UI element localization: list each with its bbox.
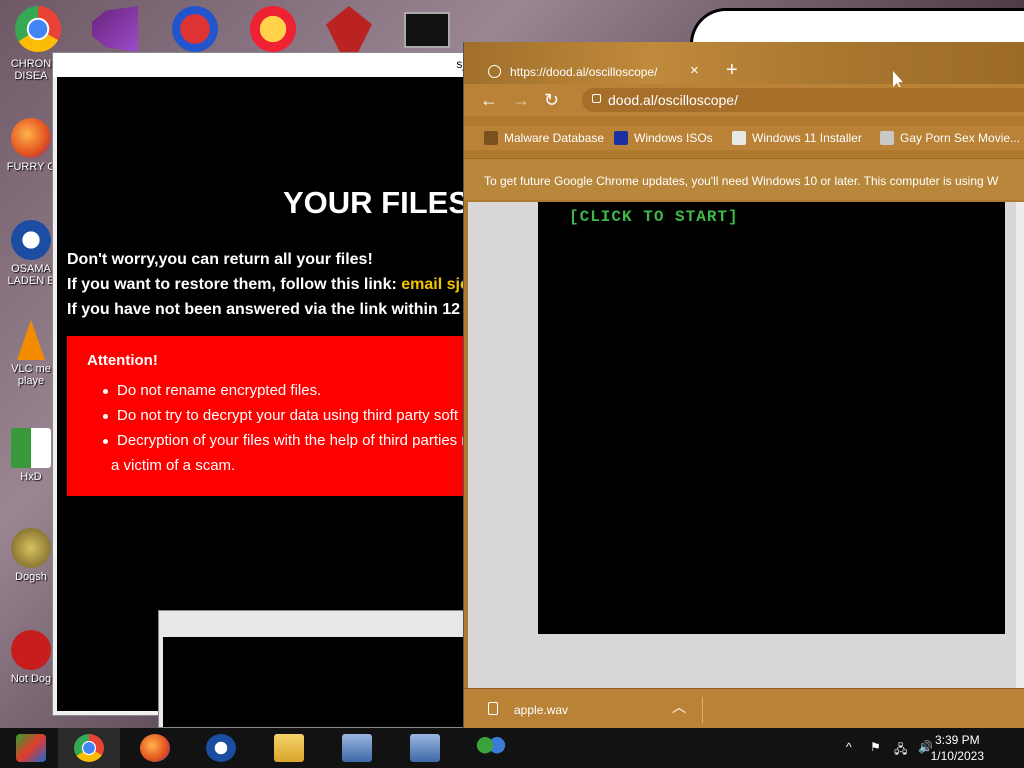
attention-heading: Attention! xyxy=(87,352,158,369)
download-filename[interactable]: apple.wav xyxy=(514,703,568,717)
bookmark-label: Windows ISOs xyxy=(634,131,713,145)
devcpp-icon xyxy=(11,630,51,670)
computer-icon xyxy=(880,131,894,145)
start-button[interactable] xyxy=(0,728,62,768)
taskbar-setup[interactable] xyxy=(326,728,388,768)
firefox-icon xyxy=(140,734,170,762)
flag-icon[interactable]: ⚑ xyxy=(870,740,881,754)
file-explorer-icon xyxy=(274,734,304,762)
taskbar-explorer[interactable] xyxy=(258,728,320,768)
obama-logo-icon xyxy=(11,220,51,260)
page-content: [CLICK TO START] xyxy=(468,202,1024,688)
setup-icon-2 xyxy=(410,734,440,762)
obama-logo-icon xyxy=(206,734,236,762)
secondary-window-body xyxy=(163,637,467,727)
setup-icon xyxy=(342,734,372,762)
system-clock[interactable]: 3:39 PM 1/10/2023 xyxy=(931,732,984,764)
audio-file-icon xyxy=(488,702,498,715)
network-people-icon xyxy=(476,734,506,762)
ransom-titlebar[interactable]: sj xyxy=(53,53,467,77)
address-bar[interactable]: dood.al/oscilloscope/ xyxy=(582,88,1024,112)
forward-arrow-icon[interactable]: → xyxy=(512,90,530,111)
attention-bullet-continuation: a victim of a scam. xyxy=(111,457,236,474)
dog-icon xyxy=(11,528,51,568)
attention-bullet: Do not rename encrypted files. xyxy=(97,378,466,403)
chevron-up-icon[interactable]: ︿ xyxy=(672,697,686,717)
bookmark-windows-isos[interactable]: Windows ISOs xyxy=(614,131,713,145)
attention-box: Attention! Do not rename encrypted files… xyxy=(67,336,467,496)
taskbar-setup-2[interactable] xyxy=(394,728,456,768)
taskbar-obama[interactable] xyxy=(190,728,252,768)
network-icon[interactable]: 🖧 xyxy=(894,740,907,761)
bookmarks-bar: Malware Database Windows ISOs Windows 11… xyxy=(464,126,1024,150)
globe-icon xyxy=(488,65,501,78)
tab-oscilloscope[interactable]: https://dood.al/oscilloscope/ × xyxy=(474,54,719,84)
taskbar-network[interactable] xyxy=(460,728,522,768)
chrome-icon xyxy=(74,734,104,762)
attention-bullet: Decryption of your files with the help o… xyxy=(97,428,466,453)
new-tab-button[interactable]: + xyxy=(726,60,738,80)
firefox-icon xyxy=(11,118,51,158)
installer-icon xyxy=(732,131,746,145)
update-infobar: To get future Google Chrome updates, you… xyxy=(464,158,1024,200)
ransom-line-2-text: If you want to restore them, follow this… xyxy=(67,276,402,293)
start-icon xyxy=(16,734,46,762)
secondary-window[interactable] xyxy=(158,610,468,728)
ransom-line-1: Don't worry,you can return all your file… xyxy=(67,251,373,268)
ransom-heading: YOUR FILES xyxy=(283,185,467,220)
bookmark-windows-11-installer[interactable]: Windows 11 Installer xyxy=(732,131,862,145)
chrome-window[interactable]: https://dood.al/oscilloscope/ × + ← → ↻ … xyxy=(463,42,1024,728)
bookmark-video[interactable]: Gay Porn Sex Movie... xyxy=(880,131,1020,145)
bookmark-malware-database[interactable]: Malware Database xyxy=(484,131,604,145)
bookmark-label: Windows 11 Installer xyxy=(752,131,862,145)
download-bar: apple.wav ︿ xyxy=(464,688,1024,728)
ransom-line-2: If you want to restore them, follow this… xyxy=(67,276,467,294)
vlc-cone-icon xyxy=(17,320,45,360)
right-panel-strip xyxy=(1016,202,1024,688)
tab-strip: https://dood.al/oscilloscope/ × + xyxy=(464,42,1024,84)
toolbar: ← → ↻ dood.al/oscilloscope/ xyxy=(464,84,1024,116)
chevron-up-icon[interactable]: ^ xyxy=(846,740,852,754)
back-arrow-icon[interactable]: ← xyxy=(480,90,498,111)
reload-icon[interactable]: ↻ xyxy=(544,90,559,111)
x-icon xyxy=(614,131,628,145)
wallpaper-scribble xyxy=(690,8,1024,44)
clock-time: 3:39 PM xyxy=(934,733,980,747)
p-icon[interactable] xyxy=(250,6,296,52)
address-text: dood.al/oscilloscope/ xyxy=(608,92,738,108)
infobar-text: To get future Google Chrome updates, you… xyxy=(484,174,999,188)
tab-title: https://dood.al/oscilloscope/ xyxy=(510,65,658,79)
lock-icon xyxy=(592,94,601,103)
ransom-line-3: If you have not been answered via the li… xyxy=(67,301,460,318)
divider xyxy=(702,697,703,723)
red-tool-icon[interactable] xyxy=(326,6,372,52)
click-to-start-label[interactable]: [CLICK TO START] xyxy=(569,208,739,226)
cmd-icon[interactable] xyxy=(404,12,450,48)
2-icon[interactable] xyxy=(172,6,218,52)
visual-studio-icon[interactable] xyxy=(92,6,138,52)
clock-date: 1/10/2023 xyxy=(930,749,984,763)
taskbar: ^ ⚑ 🖧 🔊 3:39 PM 1/10/2023 xyxy=(0,728,1024,768)
bookmark-icon xyxy=(484,131,498,145)
taskbar-firefox[interactable] xyxy=(124,728,186,768)
hxd-icon xyxy=(11,428,51,468)
tab-close-button[interactable]: × xyxy=(690,62,699,79)
bookmark-label: Gay Porn Sex Movie... xyxy=(900,131,1021,145)
ransom-email-link[interactable]: email sje xyxy=(401,276,467,293)
bookmark-label: Malware Database xyxy=(504,131,605,145)
oscilloscope-canvas[interactable]: [CLICK TO START] xyxy=(538,202,1005,634)
attention-bullet: Do not try to decrypt your data using th… xyxy=(97,403,466,428)
taskbar-chrome[interactable] xyxy=(58,728,120,768)
